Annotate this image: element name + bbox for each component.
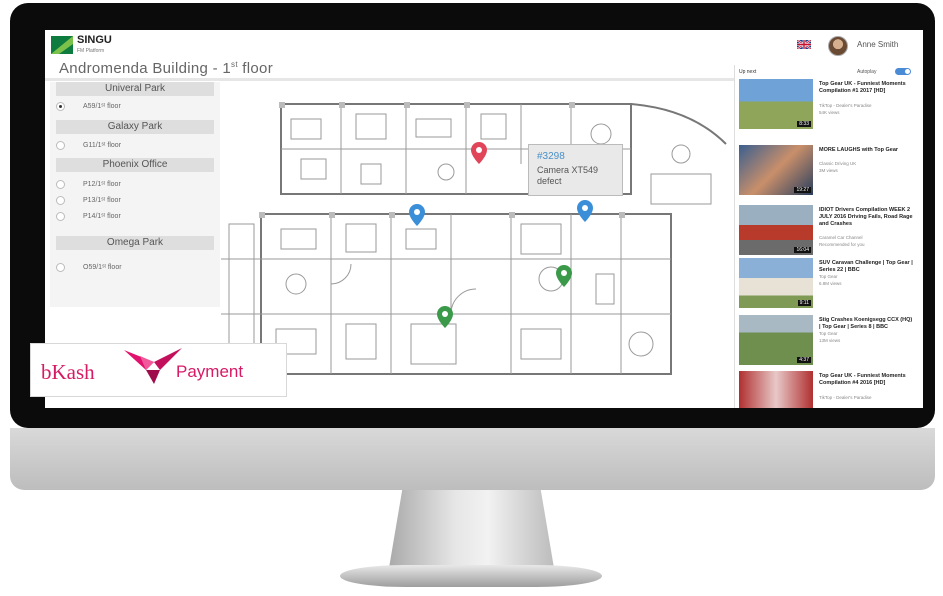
monitor-chin bbox=[10, 428, 935, 490]
floor-item[interactable]: A59/1ˢᵗ floor bbox=[56, 101, 121, 113]
payment-text: Payment bbox=[176, 362, 244, 381]
user-name[interactable]: Anne Smith bbox=[857, 40, 898, 49]
autoplay-label: Autoplay bbox=[857, 69, 877, 75]
blue-map-pin-icon[interactable] bbox=[577, 200, 593, 222]
uk-flag-icon[interactable] bbox=[797, 40, 811, 49]
radio-button[interactable] bbox=[56, 262, 65, 272]
video-thumbnail[interactable]: 16:04 bbox=[739, 205, 813, 255]
logo-subtitle: FM Platform bbox=[77, 48, 105, 54]
floor-item[interactable]: G11/1ˢᵗ floor bbox=[56, 140, 121, 152]
floor-item[interactable]: P12/1ˢᵗ floor bbox=[56, 179, 121, 191]
radio-button[interactable] bbox=[56, 211, 65, 221]
app-header: SINGU FM Platform Anne Smith bbox=[45, 30, 923, 60]
group-header[interactable]: Phoenix Office bbox=[56, 158, 214, 172]
green-map-pin-icon[interactable] bbox=[556, 265, 572, 287]
video-item[interactable]: 4:37 Stig Crashes Koenigsegg CCX (HQ) | … bbox=[739, 315, 919, 367]
location-sidebar: Univeral Park A59/1ˢᵗ floor Galaxy Park … bbox=[50, 82, 220, 307]
page-title: Andromenda Building - 1st floor bbox=[59, 60, 273, 77]
title-divider bbox=[45, 78, 735, 81]
defect-tooltip: #3298 Camera XT549 defect bbox=[528, 144, 623, 196]
video-thumbnail[interactable] bbox=[739, 371, 813, 408]
floor-item[interactable]: O59/1ˢᵗ floor bbox=[56, 262, 122, 274]
bkash-logo-text: bKash bbox=[41, 360, 95, 384]
red-map-pin-icon[interactable] bbox=[471, 142, 487, 164]
video-item[interactable]: 9:11 SUV Caravan Challenge | Top Gear | … bbox=[739, 258, 919, 310]
blue-map-pin-icon[interactable] bbox=[409, 204, 425, 226]
monitor-stand-base bbox=[340, 565, 602, 587]
monitor-stand-neck bbox=[389, 490, 554, 568]
video-item[interactable]: 8:33 Top Gear UK - Funniest Moments Comp… bbox=[739, 79, 919, 131]
bkash-payment-badge[interactable]: bKash Payment bbox=[30, 343, 287, 397]
video-sidebar: Up next Autoplay 8:33 Top Gear UK - Funn… bbox=[734, 65, 923, 408]
ticket-id[interactable]: #3298 bbox=[537, 151, 565, 162]
video-thumbnail[interactable]: 9:11 bbox=[739, 258, 813, 308]
green-map-pin-icon[interactable] bbox=[437, 306, 453, 328]
floor-plan[interactable] bbox=[221, 84, 729, 400]
video-thumbnail[interactable]: 8:33 bbox=[739, 79, 813, 129]
video-item[interactable]: Top Gear UK - Funniest Moments Compilati… bbox=[739, 371, 919, 408]
radio-button[interactable] bbox=[56, 195, 65, 205]
autoplay-toggle[interactable] bbox=[895, 68, 911, 75]
group-header[interactable]: Univeral Park bbox=[56, 82, 214, 96]
up-next-label: Up next bbox=[739, 69, 757, 75]
radio-button[interactable] bbox=[56, 101, 65, 111]
radio-button[interactable] bbox=[56, 140, 65, 150]
group-header[interactable]: Galaxy Park bbox=[56, 120, 214, 134]
floor-item[interactable]: P14/1ˢᵗ floor bbox=[56, 211, 121, 223]
singu-logo-icon[interactable] bbox=[51, 36, 73, 54]
video-thumbnail[interactable]: 4:37 bbox=[739, 315, 813, 365]
group-header[interactable]: Omega Park bbox=[56, 236, 214, 250]
video-item[interactable]: 16:04 IDIOT Drivers Compilation WEEK 2 J… bbox=[739, 205, 919, 257]
video-thumbnail[interactable]: 19:27 bbox=[739, 145, 813, 195]
video-item[interactable]: 19:27 MORE LAUGHS with Top Gear Classic … bbox=[739, 145, 919, 197]
ticket-description: Camera XT549 defect bbox=[537, 165, 599, 186]
bkash-bird-icon bbox=[124, 348, 182, 384]
logo-text: SINGU bbox=[77, 34, 112, 46]
user-avatar[interactable] bbox=[828, 36, 848, 56]
floor-item[interactable]: P13/1ˢᵗ floor bbox=[56, 195, 121, 207]
radio-button[interactable] bbox=[56, 179, 65, 189]
